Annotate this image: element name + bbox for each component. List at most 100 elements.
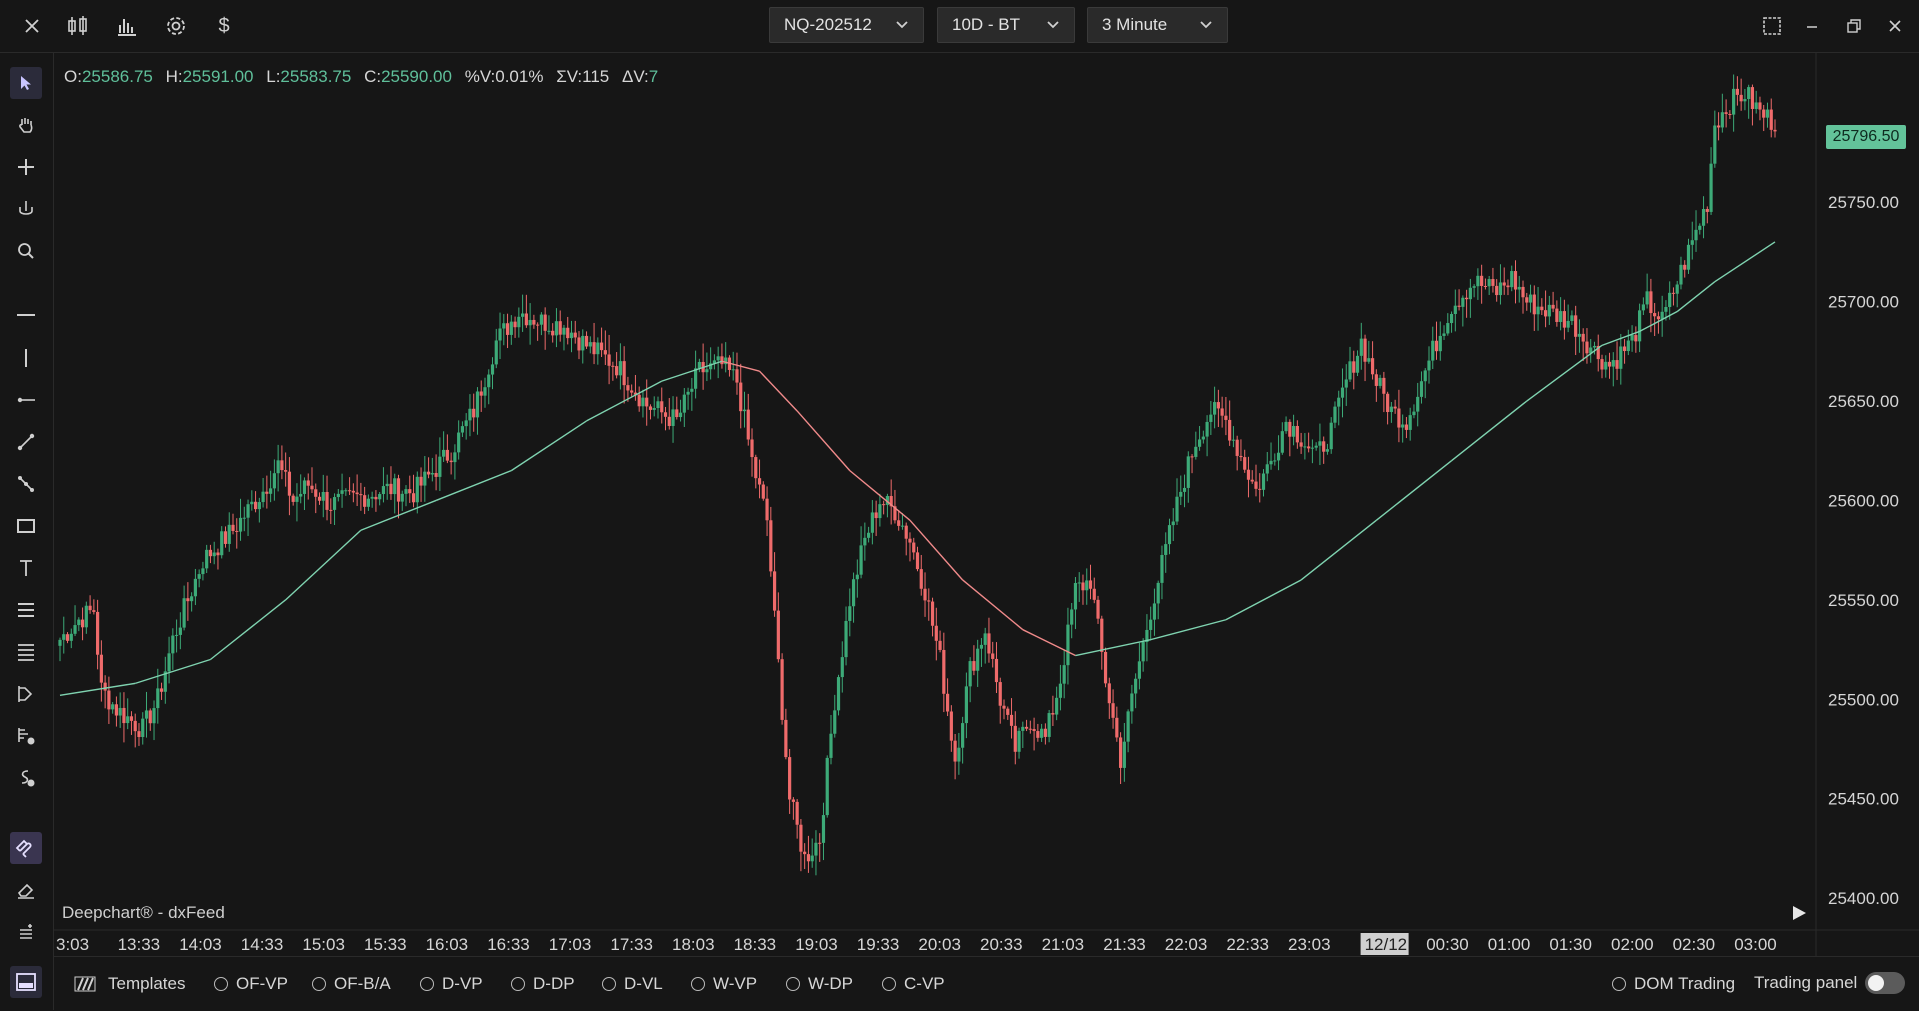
candle-body [1754, 102, 1758, 109]
candle-body [1164, 544, 1168, 555]
candle-body [870, 512, 874, 533]
panel-icon[interactable] [10, 966, 42, 998]
candle-body [445, 449, 449, 461]
text-icon[interactable] [10, 552, 42, 584]
restore-icon[interactable] [1842, 14, 1866, 38]
time-tick-label: 02:30 [1673, 935, 1716, 954]
interval-label: 3 Minute [1102, 15, 1168, 34]
gear-icon[interactable] [164, 14, 188, 38]
option-of-vp[interactable]: OF-VP [214, 974, 288, 994]
chart-area[interactable]: 25750.00 25700.00 25650.00 25600.00 25550.00… [54, 53, 1919, 956]
candle-body [987, 633, 991, 654]
horizontal-line-icon[interactable] [10, 299, 42, 331]
levels-icon[interactable] [10, 636, 42, 668]
play-icon[interactable] [1788, 902, 1810, 924]
candle-body [1085, 580, 1089, 591]
interval-dropdown[interactable]: 3 Minute [1087, 7, 1228, 43]
cursor-icon[interactable] [10, 67, 42, 99]
moving-average-segment [1676, 281, 1716, 313]
candle-body [690, 388, 694, 392]
templates-button[interactable]: Templates [74, 974, 185, 994]
candle-body [1047, 713, 1051, 737]
crosshair-icon[interactable] [10, 151, 42, 183]
ray-icon[interactable] [10, 384, 42, 416]
price-tick-label: 25450.00 [1828, 790, 1899, 809]
candle-body [784, 719, 788, 758]
candle-body [1024, 726, 1029, 729]
candle-body [1122, 741, 1126, 768]
layout-icon[interactable] [1760, 14, 1784, 38]
candle-body [1141, 641, 1145, 662]
fib-icon[interactable] [10, 594, 42, 626]
candle-body [524, 313, 528, 326]
dollar-icon[interactable]: $ [212, 14, 236, 38]
candle-body [603, 350, 607, 355]
candle-body [833, 710, 837, 734]
candle-body [1434, 340, 1439, 352]
order-flow-icon[interactable] [10, 678, 42, 710]
price-chart[interactable]: 25750.00 25700.00 25650.00 25600.00 25550.00… [54, 53, 1919, 956]
option-label: D-DP [533, 974, 575, 993]
hand-icon[interactable] [10, 109, 42, 141]
candle-body [912, 542, 916, 553]
time-tick-label: 23:03 [1288, 935, 1331, 954]
time-tick-label: 12/12 [1365, 935, 1408, 954]
candle-body [1179, 491, 1183, 497]
candle-body [1747, 87, 1751, 100]
zoom-icon[interactable] [10, 235, 42, 267]
moving-average-segment [796, 410, 851, 472]
candle-body [1013, 725, 1017, 752]
range-dropdown[interactable]: 10D - BT [937, 7, 1075, 43]
candlestick-icon[interactable] [66, 14, 90, 38]
volume-profile-icon[interactable] [10, 720, 42, 752]
candle-body [141, 718, 145, 737]
candle-body [1258, 488, 1262, 490]
candle-body [994, 658, 999, 683]
candle-body [1096, 599, 1100, 619]
candle-body [460, 426, 465, 433]
close-icon[interactable] [20, 14, 44, 38]
candle-body [528, 319, 532, 326]
candle-body [536, 324, 540, 326]
candle-body [1656, 316, 1661, 320]
path-icon[interactable] [10, 468, 42, 500]
vertical-line-icon[interactable] [10, 342, 42, 374]
candle-body [584, 335, 589, 347]
trend-line-icon[interactable] [10, 426, 42, 458]
minimize-icon[interactable] [1800, 14, 1824, 38]
dom-trading-option[interactable]: DOM Trading [1612, 974, 1735, 994]
moving-average-segment [759, 370, 798, 412]
candle-body [806, 854, 811, 862]
trading-panel-toggle[interactable]: Trading panel [1754, 972, 1906, 994]
stack-icon[interactable] [10, 916, 42, 948]
option-d-dp[interactable]: D-DP [511, 974, 575, 994]
radio-icon [511, 977, 525, 991]
option-w-dp[interactable]: W-DP [786, 974, 853, 994]
option-w-vp[interactable]: W-VP [691, 974, 757, 994]
candle-body [1329, 422, 1333, 450]
magnet-icon[interactable] [10, 832, 42, 864]
session-icon[interactable] [10, 762, 42, 794]
candle-body [284, 470, 288, 472]
rectangle-icon[interactable] [10, 510, 42, 542]
option-d-vl[interactable]: D-VL [602, 974, 663, 994]
candle-body [972, 661, 976, 671]
candle-body [697, 361, 701, 369]
option-of-ba[interactable]: OF-B/A [312, 974, 391, 994]
candle-body [1201, 436, 1205, 440]
window-close-icon[interactable] [1883, 14, 1907, 38]
candle-body [269, 488, 273, 494]
bar-chart-icon[interactable] [115, 14, 139, 38]
toggle-switch[interactable] [1865, 972, 1906, 994]
option-c-vp[interactable]: C-VP [882, 974, 945, 994]
candle-body [720, 356, 724, 365]
candle-body [265, 491, 269, 494]
candle-body [851, 579, 856, 607]
symbol-dropdown[interactable]: NQ-202512 [769, 7, 924, 43]
candle-body [238, 517, 243, 532]
magnet-cursor-icon[interactable] [10, 193, 42, 225]
price-tick-label: 25600.00 [1828, 491, 1899, 510]
option-d-vp[interactable]: D-VP [420, 974, 483, 994]
moving-average-segment [1225, 579, 1302, 621]
eraser-icon[interactable] [10, 874, 42, 906]
